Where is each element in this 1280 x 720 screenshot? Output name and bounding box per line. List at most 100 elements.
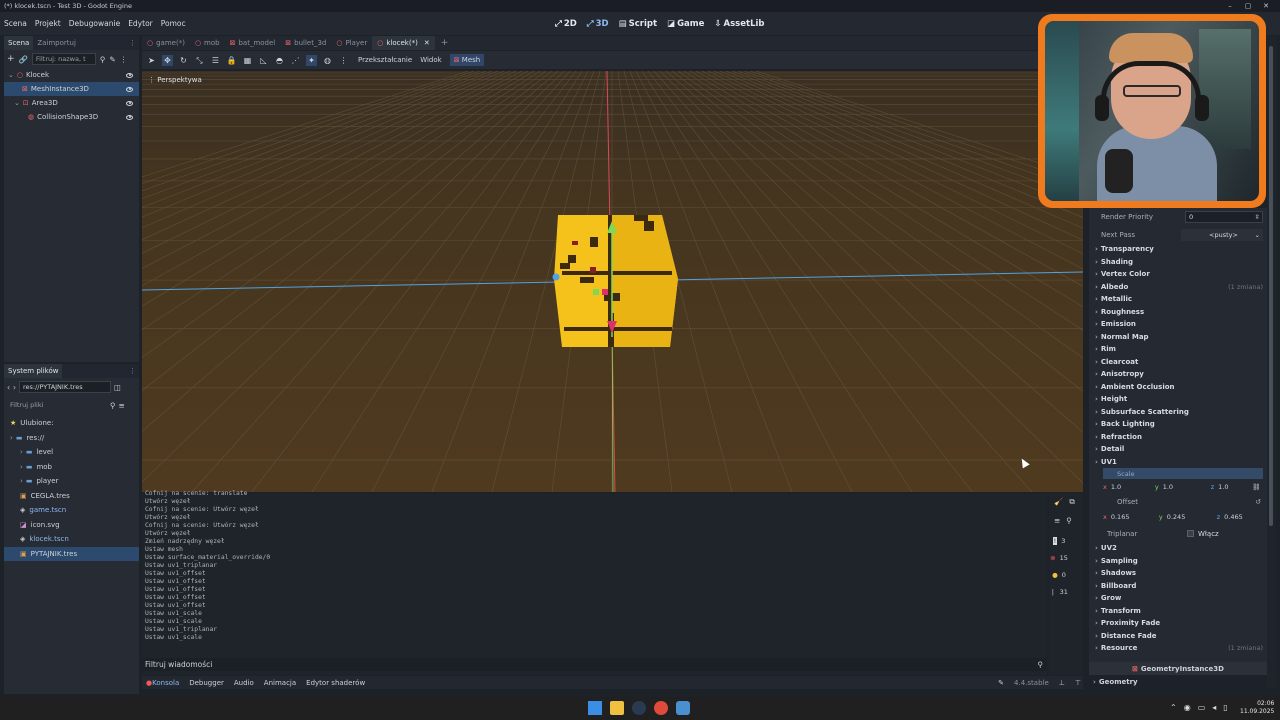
inspector-section[interactable]: Emission: [1089, 318, 1267, 331]
inspector-section[interactable]: Refraction: [1089, 431, 1267, 444]
close-window-icon[interactable]: ✕: [1258, 0, 1274, 12]
file-item[interactable]: ▣ PYTAJNIK.tres: [4, 546, 139, 561]
geometry-section[interactable]: › Geometry: [1089, 676, 1267, 688]
search-icon[interactable]: ⚲: [1066, 516, 1072, 525]
workspace-3d[interactable]: ⤢ 3D: [587, 19, 609, 29]
file-item[interactable]: › ▬ mob: [4, 460, 139, 475]
file-item[interactable]: ▣ CEGLA.tres: [4, 489, 139, 504]
inspector-section[interactable]: UV2: [1089, 542, 1267, 555]
minimize-icon[interactable]: –: [1222, 0, 1238, 12]
inspector-scrollbar[interactable]: [1267, 36, 1276, 688]
steam-icon[interactable]: [632, 701, 646, 715]
triplanar-checkbox[interactable]: Włącz: [1187, 530, 1219, 538]
toolbar-more-icon[interactable]: ⋮: [338, 55, 349, 66]
uv1-offset-y[interactable]: 0.245: [1167, 513, 1213, 521]
copy-icon[interactable]: ⧉: [1069, 497, 1074, 507]
scene-tab[interactable]: ○ game(*): [142, 36, 190, 50]
sort-icon[interactable]: ≡: [119, 401, 125, 410]
tab-scene[interactable]: Scena: [4, 36, 34, 50]
chevron-right-icon[interactable]: ›: [10, 434, 13, 442]
uv1-offset-z[interactable]: 0.465: [1224, 513, 1254, 521]
close-tab-icon[interactable]: ✕: [424, 39, 430, 47]
chevron-right-icon[interactable]: ›: [20, 477, 23, 485]
inspector-section[interactable]: Height: [1089, 393, 1267, 406]
chevron-up-icon[interactable]: ⌃: [1170, 703, 1177, 712]
uv1-scale-z[interactable]: 1.0: [1218, 483, 1248, 491]
visibility-icon[interactable]: [126, 114, 133, 120]
path-field[interactable]: res://PYTAJNIK.tres: [19, 381, 111, 393]
inspector-section[interactable]: Roughness: [1089, 306, 1267, 319]
chrome-icon[interactable]: [654, 701, 668, 715]
inspector-section[interactable]: Anisotropy: [1089, 368, 1267, 381]
workspace-2d[interactable]: ⤢ 2D: [555, 19, 577, 29]
file-explorer-icon[interactable]: [610, 701, 624, 715]
inspector-section[interactable]: Transparency: [1089, 243, 1267, 256]
menu-help[interactable]: Pomoc: [157, 19, 190, 28]
workspace-game[interactable]: ◪ Game: [667, 19, 704, 29]
tray-app-icon[interactable]: ◉: [1184, 703, 1191, 712]
scene-tab[interactable]: ○ Player: [331, 36, 372, 50]
file-item[interactable]: › ▬ player: [4, 474, 139, 489]
menu-transform[interactable]: Przekształcanie: [358, 56, 412, 64]
inspector-section[interactable]: Vertex Color: [1089, 268, 1267, 281]
visibility-icon[interactable]: [126, 86, 133, 92]
menu-project[interactable]: Projekt: [31, 19, 65, 28]
list-select-icon[interactable]: ☰: [210, 55, 221, 66]
inspector-section[interactable]: Grow: [1089, 592, 1267, 605]
file-item[interactable]: ★ Ulubione:: [4, 416, 139, 431]
workspace-script[interactable]: ▤ Script: [619, 19, 657, 29]
tab-shader-editor[interactable]: Edytor shaderów: [306, 679, 365, 687]
visibility-icon[interactable]: [126, 72, 133, 78]
scrollbar-thumb[interactable]: [1269, 46, 1273, 526]
volume-icon[interactable]: ◂: [1212, 703, 1216, 712]
tab-console[interactable]: ●Konsola: [146, 679, 179, 687]
battery-icon[interactable]: ▯: [1223, 703, 1227, 712]
collapse-icon[interactable]: ⌄: [8, 71, 14, 79]
editor-message-count-badge[interactable]: ❘ 31: [1049, 585, 1069, 599]
update-spinner-icon[interactable]: ✎: [998, 679, 1004, 687]
scene-menu-icon[interactable]: ⋮: [120, 55, 128, 64]
render-priority-field[interactable]: 0 ⇳: [1185, 211, 1263, 223]
inspector-section[interactable]: UV1: [1089, 456, 1267, 469]
inspector-section[interactable]: Subsurface Scattering: [1089, 406, 1267, 419]
reset-icon[interactable]: ↺: [1255, 498, 1261, 506]
scene-tab[interactable]: ⊠ bullet_3d: [280, 36, 331, 50]
menu-editor[interactable]: Edytor: [124, 19, 157, 28]
output-filter-input[interactable]: Filtruj wiadomości ⚲: [142, 658, 1047, 671]
inspector-section[interactable]: Shadows: [1089, 567, 1267, 580]
sun-preview-icon[interactable]: ✦: [306, 54, 317, 66]
snap-icon[interactable]: ⋰: [290, 55, 301, 66]
inspector-section[interactable]: Distance Fade: [1089, 630, 1267, 643]
tab-audio[interactable]: Audio: [234, 679, 254, 687]
collapse-icon[interactable]: ⌄: [14, 99, 20, 107]
inspector-section[interactable]: Rim: [1089, 343, 1267, 356]
move-tool-icon[interactable]: ✥: [162, 54, 173, 66]
scene-filter-input[interactable]: Filtruj: nazwa, t: [31, 53, 96, 65]
tree-node-meshinstance3d[interactable]: ⊠ MeshInstance3D: [4, 82, 139, 96]
split-view-icon[interactable]: ◫: [114, 383, 121, 392]
link-icon[interactable]: ⛓: [1252, 483, 1260, 491]
link-icon[interactable]: 🔗: [19, 55, 28, 64]
file-item[interactable]: ◈ game.tscn: [4, 503, 139, 518]
select-tool-icon[interactable]: ➤: [146, 55, 157, 66]
file-filter-input[interactable]: Filtruj pliki: [7, 399, 107, 411]
tree-node-klocek[interactable]: ⌄ ○ Klocek: [4, 68, 139, 82]
pin-icon[interactable]: ⊥: [1059, 679, 1065, 687]
cube-mesh[interactable]: [550, 209, 690, 359]
dock-menu-icon[interactable]: ⋮: [129, 367, 139, 375]
collapse-messages-icon[interactable]: ≡: [1054, 516, 1060, 525]
inspector-section[interactable]: Sampling: [1089, 555, 1267, 568]
tab-debugger[interactable]: Debugger: [189, 679, 224, 687]
ruler-icon[interactable]: ◺: [258, 55, 269, 66]
visibility-icon[interactable]: [126, 100, 133, 106]
inspector-section[interactable]: Albedo(1 zmiana): [1089, 281, 1267, 294]
workspace-assetlib[interactable]: ⇩ AssetLib: [714, 19, 764, 29]
scene-tab[interactable]: ⊠ bat_model: [225, 36, 281, 50]
local-space-icon[interactable]: ◓: [274, 55, 285, 66]
menu-view[interactable]: Widok: [420, 56, 442, 64]
godot-icon[interactable]: [676, 701, 690, 715]
dock-menu-icon[interactable]: ⋮: [129, 39, 139, 47]
add-tab-icon[interactable]: +: [435, 38, 455, 48]
chevron-right-icon[interactable]: ›: [20, 463, 23, 471]
message-count-badge[interactable]: ! 3: [1049, 534, 1069, 548]
